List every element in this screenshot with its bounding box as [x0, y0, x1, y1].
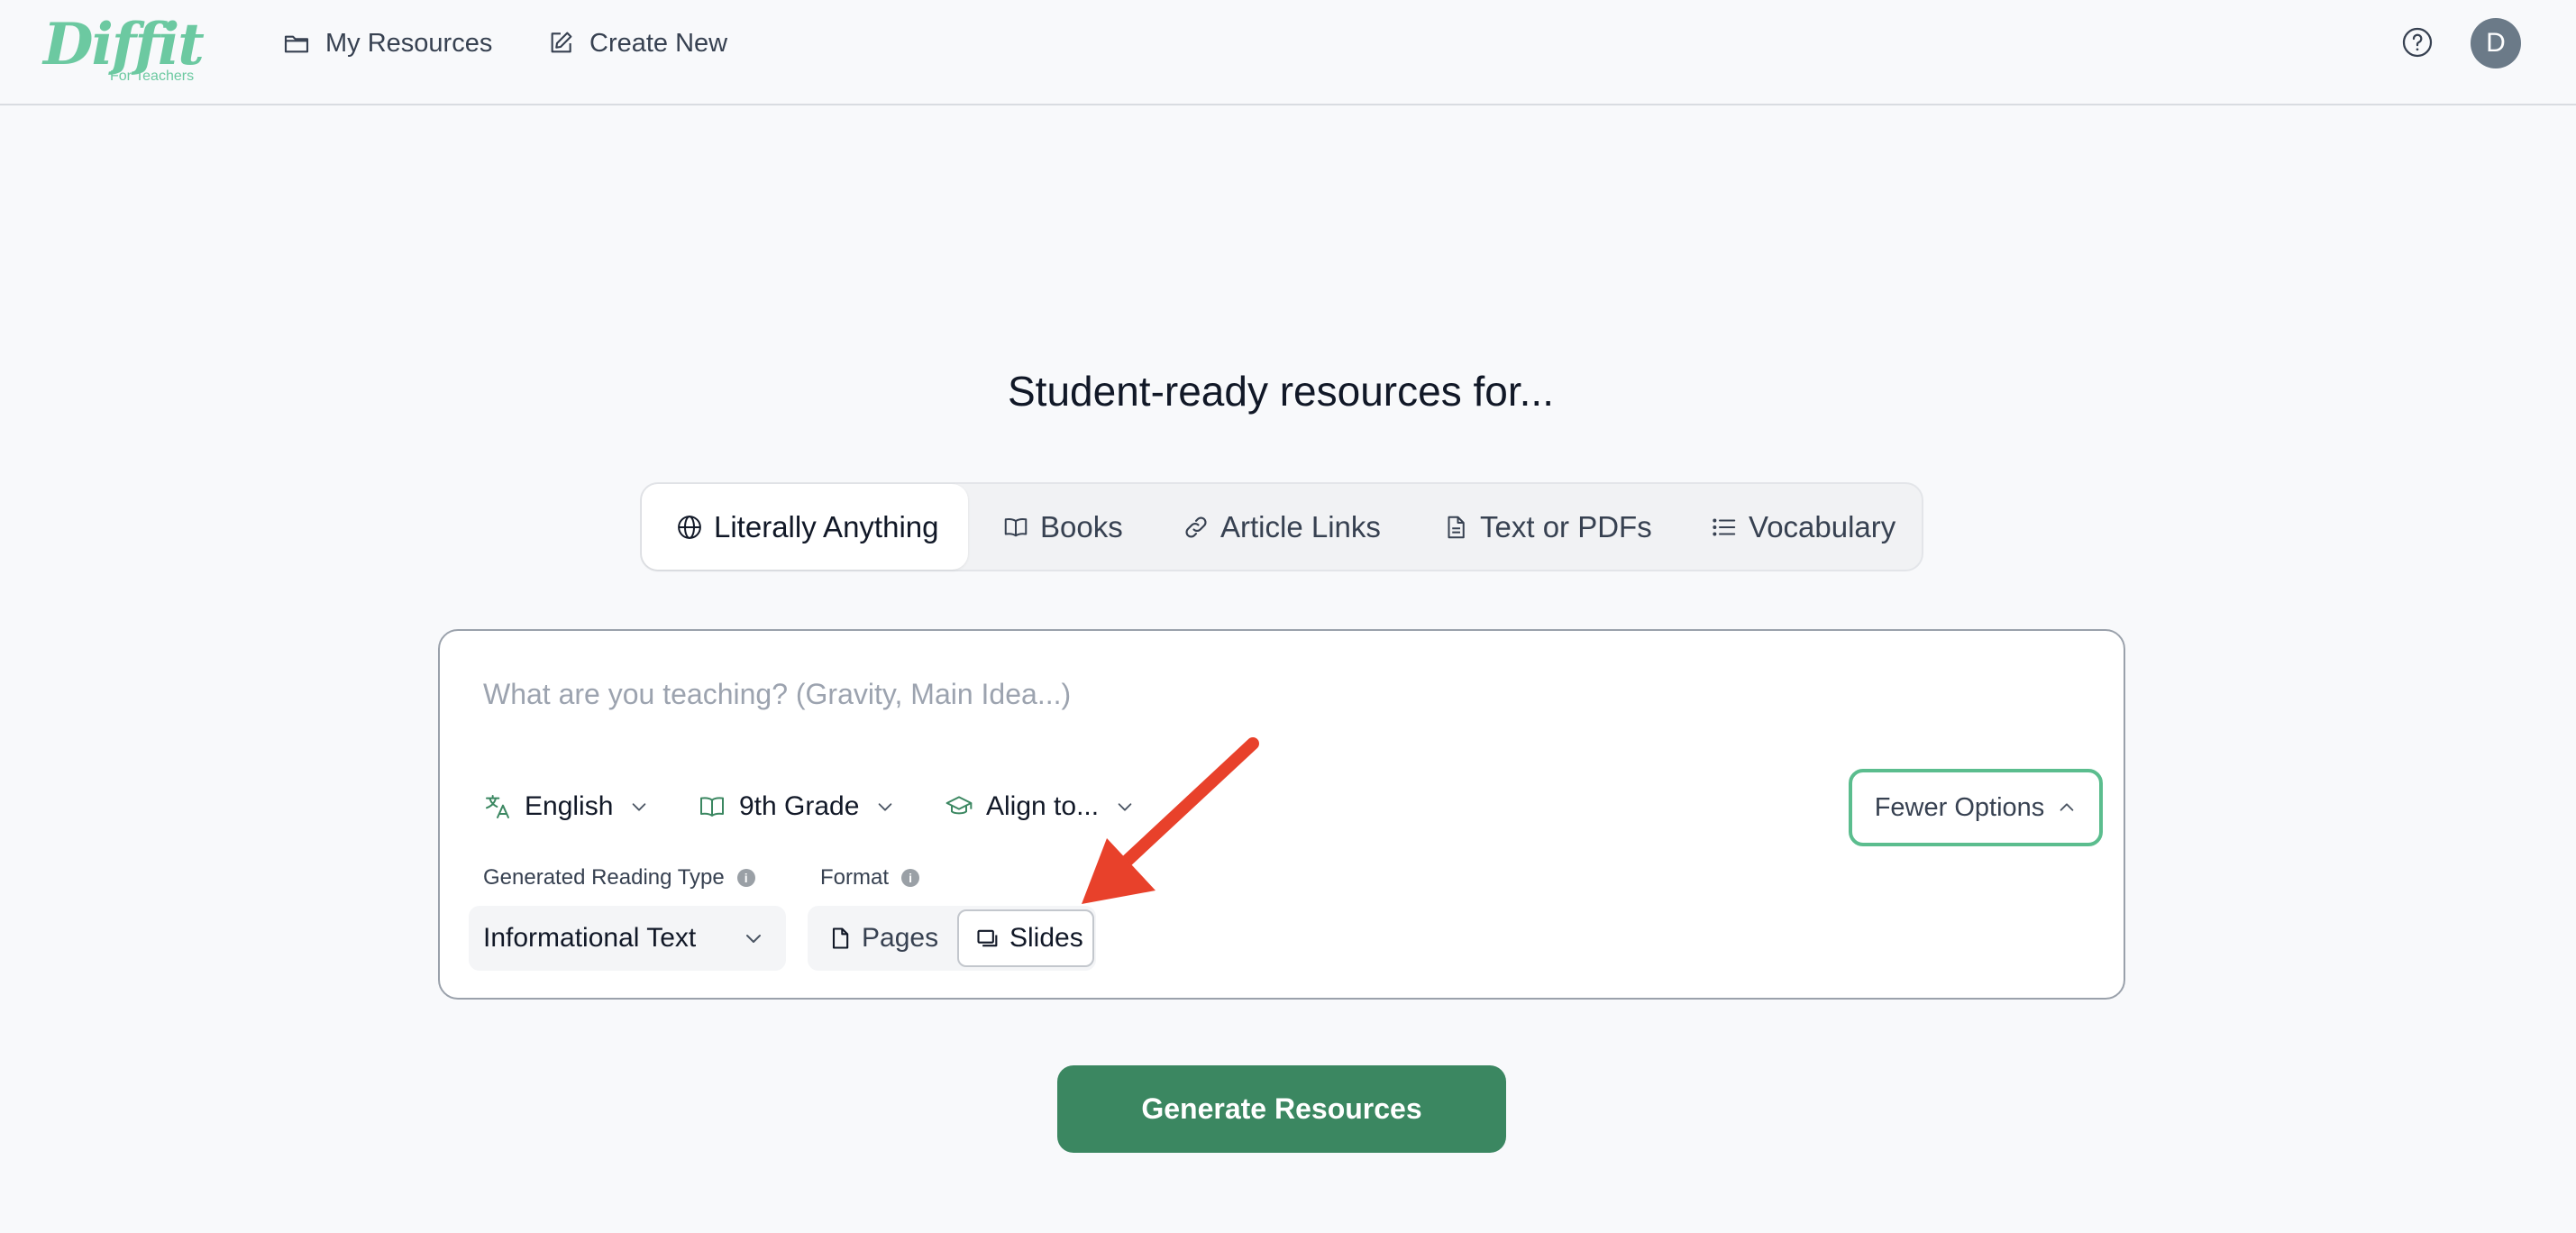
nav-create-new-label: Create New: [589, 28, 728, 58]
info-icon[interactable]: i: [736, 869, 755, 887]
folder-icon: [284, 35, 309, 53]
globe-icon: [678, 515, 701, 539]
fewer-options-button[interactable]: Fewer Options: [1849, 769, 2103, 846]
document-icon: [1448, 516, 1465, 538]
grade-dropdown[interactable]: 9th Grade: [698, 784, 895, 829]
nav-my-resources-label: My Resources: [325, 28, 493, 58]
reading-type-value: Informational Text: [483, 923, 697, 953]
format-label: Format i: [820, 864, 920, 891]
help-icon[interactable]: [2401, 26, 2434, 59]
format-pages-label: Pages: [862, 923, 939, 953]
chevron-down-icon: [879, 803, 892, 811]
tab-books-label: Books: [1040, 509, 1123, 543]
language-dropdown[interactable]: English: [483, 784, 649, 829]
tab-article-links-label: Article Links: [1220, 509, 1381, 543]
logo-subtitle: For Teachers: [110, 68, 195, 84]
reading-type-label: Generated Reading Type i: [483, 864, 755, 891]
tab-text-or-pdfs-label: Text or PDFs: [1480, 509, 1652, 543]
format-slides-option[interactable]: Slides: [957, 909, 1094, 967]
standards-align-dropdown[interactable]: Align to...: [945, 784, 1135, 829]
diffit-logo[interactable]: Diffit For Teachers: [43, 13, 206, 88]
annotation-arrow: [1082, 737, 1259, 904]
chevron-up-icon: [2060, 803, 2074, 811]
tab-vocabulary-label: Vocabulary: [1749, 509, 1896, 543]
book-icon: [1004, 517, 1028, 536]
tab-article-links[interactable]: Article Links: [1183, 484, 1381, 570]
nav-my-resources[interactable]: My Resources: [282, 25, 492, 61]
graduation-cap-icon: [945, 796, 973, 815]
slides-icon: [977, 929, 998, 947]
top-navigation-bar: Diffit For Teachers My Resources Create …: [0, 0, 2576, 105]
chevron-down-icon: [633, 803, 646, 811]
resource-input-card: English 9th Grade Align to... Fewer Opti…: [438, 629, 2125, 1000]
chevron-down-icon: [1118, 803, 1132, 811]
language-value: English: [525, 791, 614, 821]
edit-icon: [551, 32, 572, 53]
chevron-down-icon: [746, 935, 761, 943]
link-icon: [1185, 516, 1207, 538]
tab-literally-anything[interactable]: Literally Anything: [642, 484, 968, 570]
tab-text-or-pdfs[interactable]: Text or PDFs: [1442, 484, 1652, 570]
tab-books[interactable]: Books: [1002, 484, 1123, 570]
page-title: Student-ready resources for...: [1008, 368, 1554, 415]
tab-literally-anything-label: Literally Anything: [714, 509, 939, 543]
format-slides-label: Slides: [1009, 923, 1083, 953]
source-tabs: Literally Anything Books Article Links T…: [640, 482, 1923, 571]
align-value: Align to...: [986, 791, 1100, 821]
reading-type-label-text: Generated Reading Type: [483, 865, 725, 890]
reading-type-select[interactable]: Informational Text: [469, 906, 786, 971]
generate-resources-button[interactable]: Generate Resources: [1057, 1065, 1506, 1153]
fewer-options-label: Fewer Options: [1874, 792, 2045, 822]
list-icon: [1713, 517, 1736, 536]
grade-value: 9th Grade: [739, 791, 860, 821]
format-toggle-group: Pages Slides: [808, 906, 1096, 971]
tab-vocabulary[interactable]: Vocabulary: [1711, 484, 1895, 570]
user-avatar[interactable]: D: [2471, 18, 2521, 68]
nav-create-new[interactable]: Create New: [546, 25, 727, 61]
format-label-text: Format: [820, 865, 890, 890]
open-book-icon: [700, 797, 724, 817]
page-icon: [832, 927, 849, 949]
info-icon[interactable]: i: [901, 869, 920, 887]
format-pages-option[interactable]: Pages: [827, 906, 938, 971]
translate-icon: [486, 795, 509, 818]
topic-input[interactable]: [483, 667, 2015, 721]
